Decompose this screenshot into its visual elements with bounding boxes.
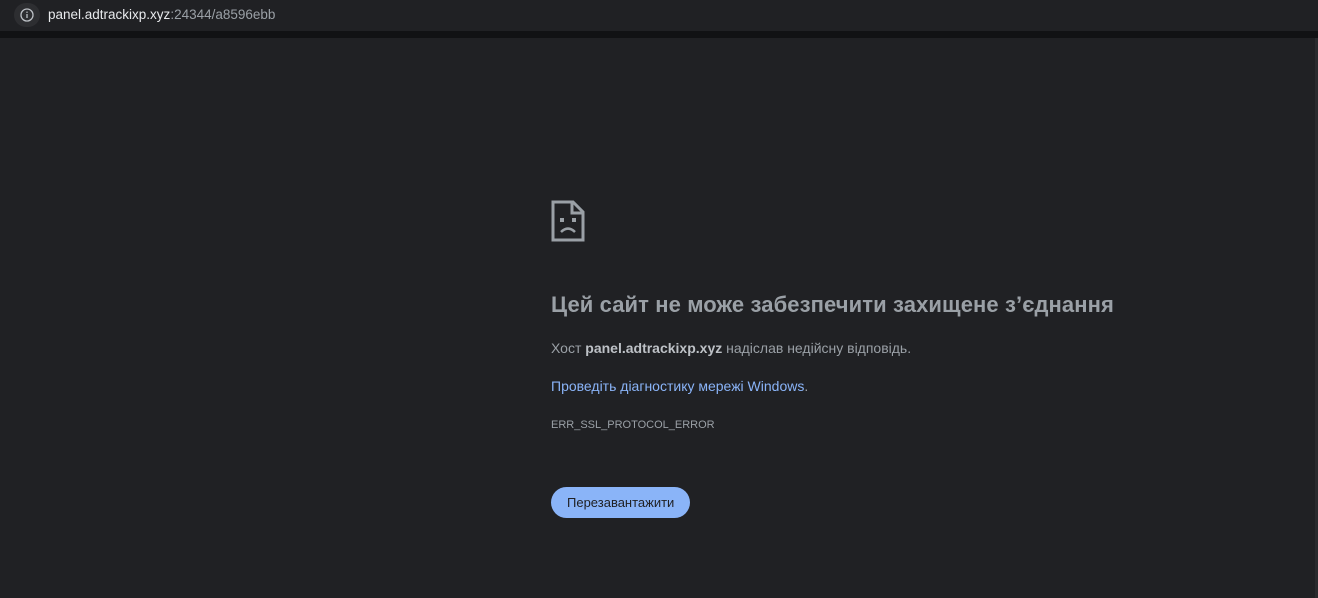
url-path: :24344/a8596ebb <box>170 7 276 22</box>
browser-toolbar: panel.adtrackixp.xyz:24344/a8596ebb <box>0 0 1318 32</box>
toolbar-divider <box>0 31 1318 38</box>
diagnostics-link[interactable]: Проведіть діагностику мережі Windows <box>551 378 804 394</box>
error-code: ERR_SSL_PROTOCOL_ERROR <box>551 419 715 431</box>
desc-host: panel.adtrackixp.xyz <box>585 340 723 356</box>
desc-prefix: Хост <box>551 340 586 356</box>
desc-suffix: надіслав недійсну відповідь. <box>722 340 912 356</box>
diagnostics-period: . <box>804 378 809 394</box>
info-icon[interactable] <box>14 3 40 27</box>
diagnostics-line: Проведіть діагностику мережі Windows. <box>551 378 808 394</box>
error-title: Цей сайт не може забезпечити захищене з’… <box>551 292 1114 317</box>
sad-page-icon <box>551 200 585 242</box>
url-host: panel.adtrackixp.xyz <box>48 7 171 22</box>
address-bar[interactable]: panel.adtrackixp.xyz:24344/a8596ebb <box>0 0 1318 31</box>
url-text[interactable]: panel.adtrackixp.xyz:24344/a8596ebb <box>48 7 275 22</box>
error-description: Хост panel.adtrackixp.xyz надіслав недій… <box>551 340 911 356</box>
reload-button[interactable]: Перезавантажити <box>551 487 691 518</box>
